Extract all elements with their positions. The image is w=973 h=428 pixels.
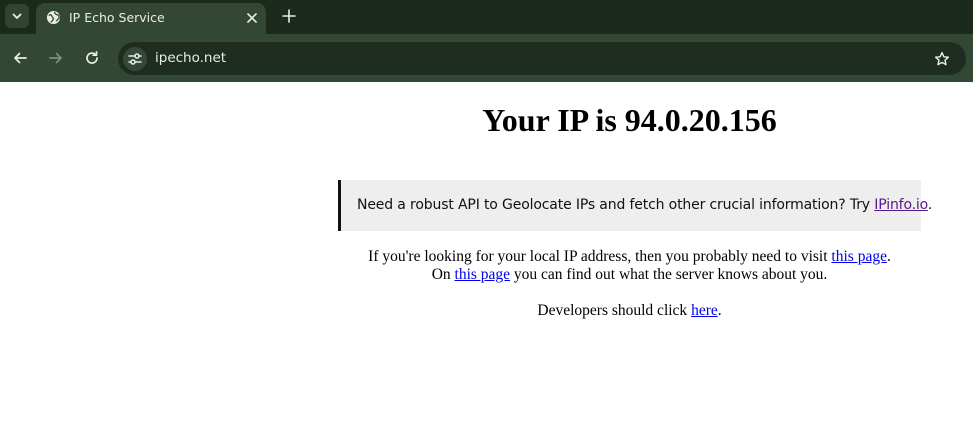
local-ip-suffix: . xyxy=(886,248,891,265)
tab-strip: IP Echo Service xyxy=(0,0,973,34)
local-ip-line: If you're looking for your local IP addr… xyxy=(338,248,921,266)
developers-line: Developers should click here. xyxy=(338,302,921,320)
server-knows-prefix: On xyxy=(431,266,455,283)
globe-icon xyxy=(46,10,61,25)
forward-arrow-icon[interactable] xyxy=(48,50,64,66)
promo-suffix: . xyxy=(927,197,933,213)
server-knows-text: you can find out what the server knows a… xyxy=(510,266,828,283)
site-info-button[interactable] xyxy=(123,47,147,71)
active-tab[interactable]: IP Echo Service xyxy=(36,3,266,34)
promo-text: Need a robust API to Geolocate IPs and f… xyxy=(357,197,875,213)
local-ip-text: If you're looking for your local IP addr… xyxy=(368,248,832,265)
server-knows-line: On this page you can find out what the s… xyxy=(338,266,921,284)
ip-headline: Your IP is 94.0.20.156 xyxy=(482,102,777,138)
chevron-down-icon xyxy=(12,13,22,19)
tab-search-button[interactable] xyxy=(5,4,29,28)
local-ip-page-link[interactable]: this page xyxy=(831,248,887,265)
bookmark-star-icon[interactable] xyxy=(934,51,950,67)
developers-here-link[interactable]: here xyxy=(691,302,718,319)
page-content: Your IP is 94.0.20.156 Need a robust API… xyxy=(0,82,973,428)
promo-banner: Need a robust API to Geolocate IPs and f… xyxy=(338,180,932,231)
address-bar[interactable]: ipecho.net xyxy=(118,42,966,75)
tune-icon xyxy=(128,53,142,65)
server-info-page-link[interactable]: this page xyxy=(455,266,511,283)
new-tab-icon[interactable] xyxy=(281,8,297,24)
tab-title: IP Echo Service xyxy=(69,10,165,25)
ipinfo-link[interactable]: IPinfo.io xyxy=(874,197,928,213)
reload-icon[interactable] xyxy=(84,50,100,66)
browser-toolbar: ipecho.net xyxy=(0,34,973,82)
developers-text: Developers should click xyxy=(537,302,692,319)
info-text: If you're looking for your local IP addr… xyxy=(338,248,921,320)
developers-suffix: . xyxy=(717,302,722,319)
close-icon[interactable] xyxy=(245,11,259,25)
url-text[interactable]: ipecho.net xyxy=(155,50,226,66)
back-arrow-icon[interactable] xyxy=(12,50,28,66)
